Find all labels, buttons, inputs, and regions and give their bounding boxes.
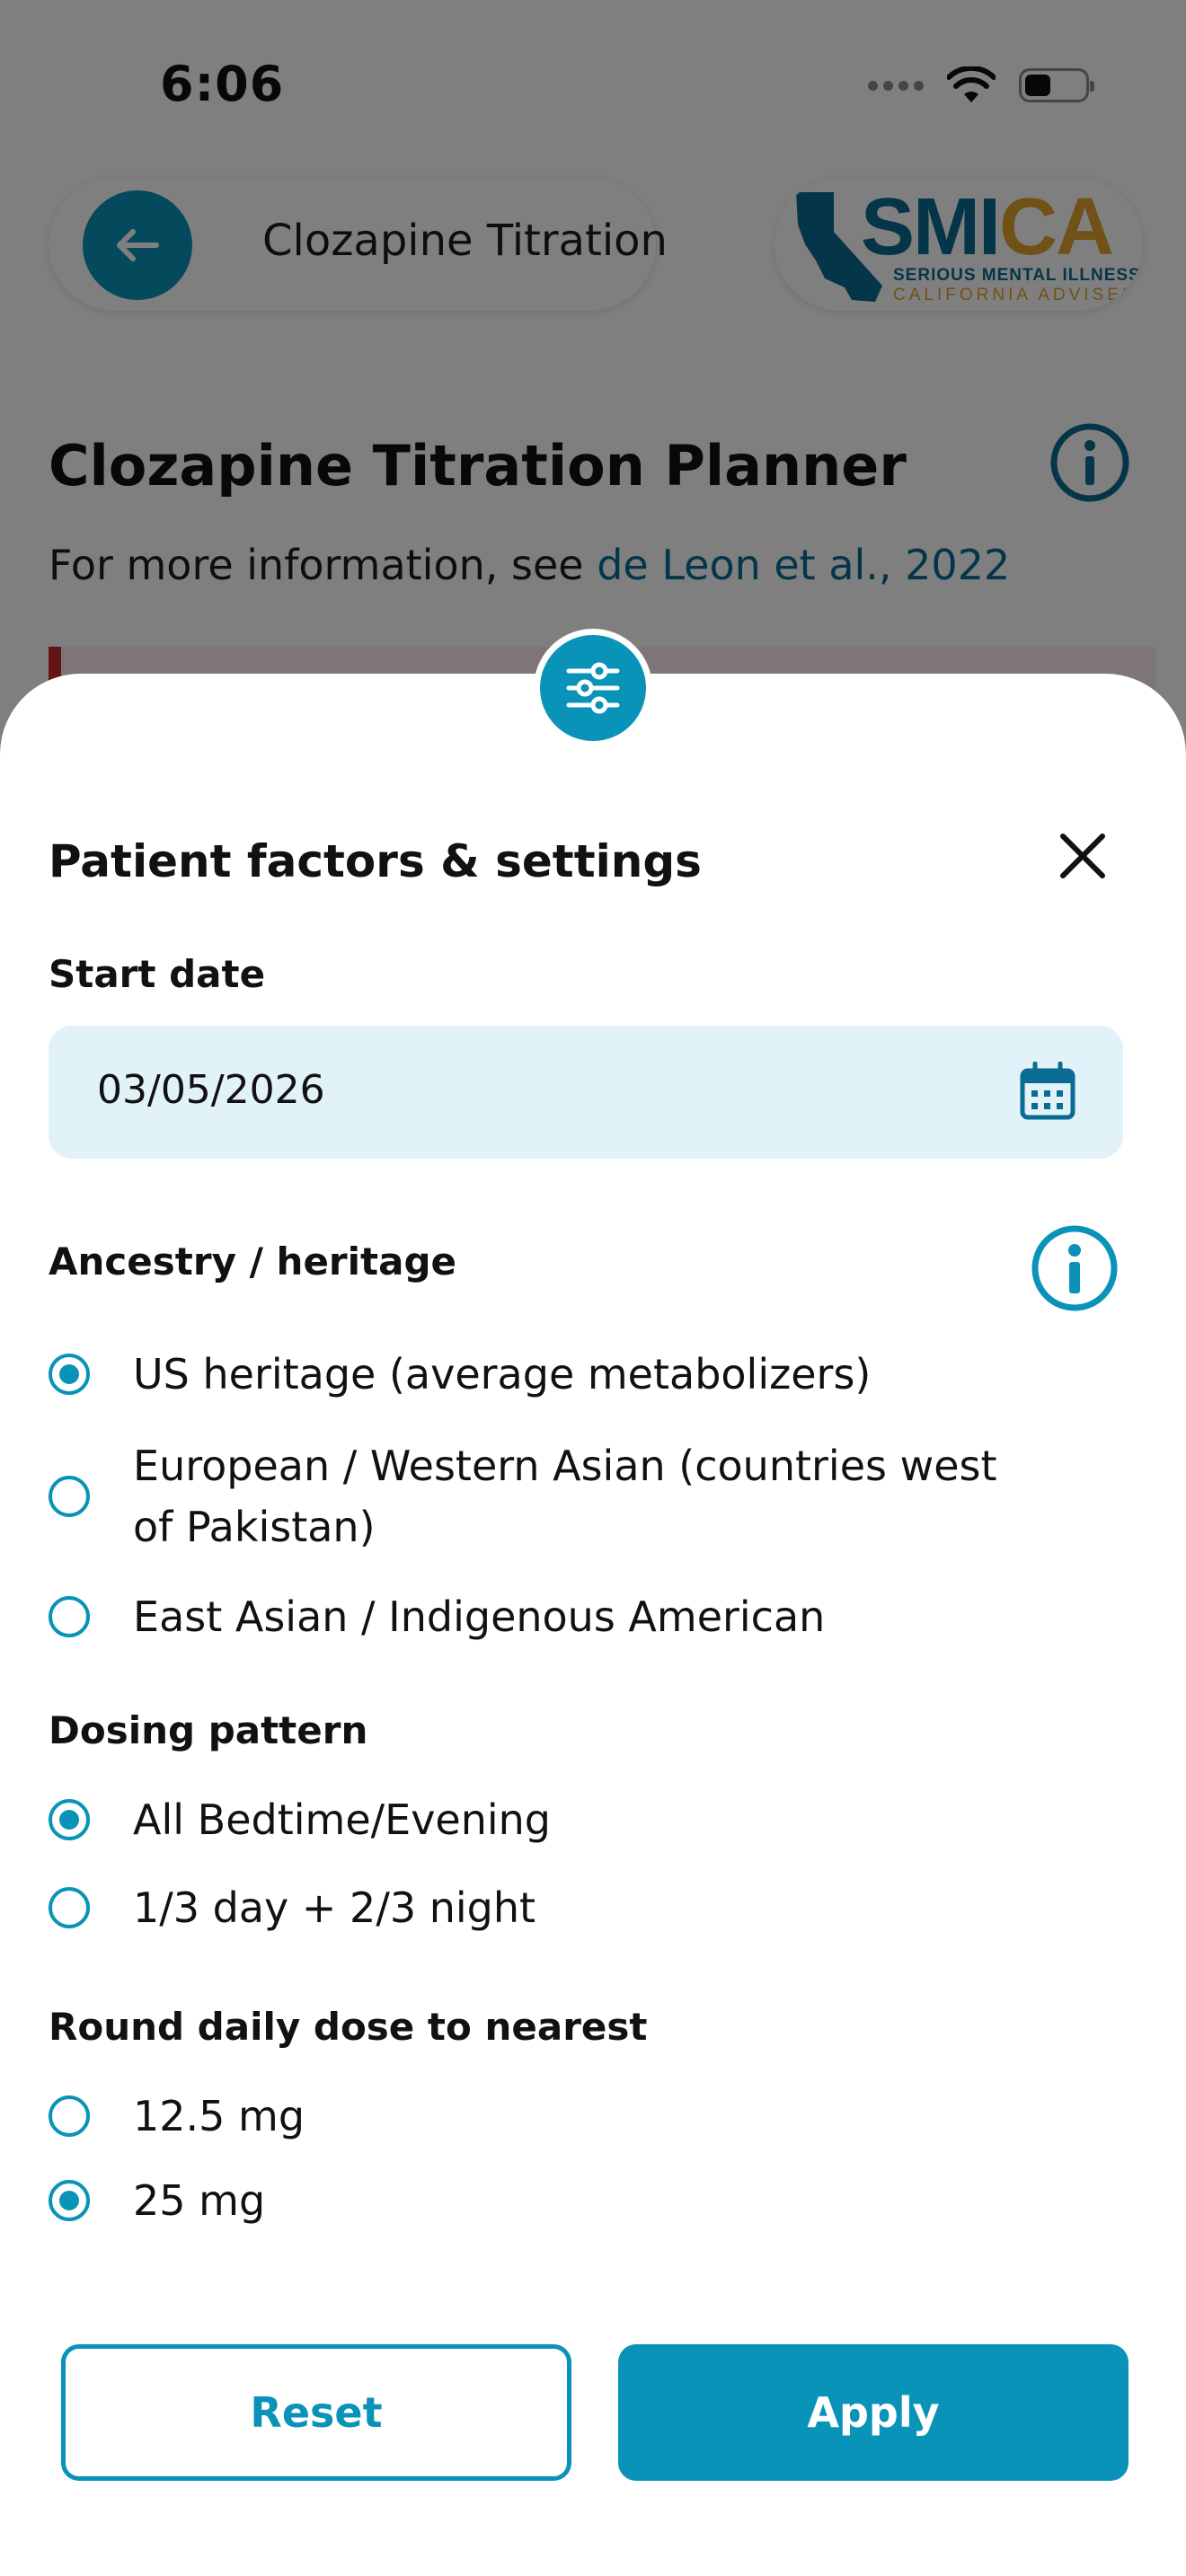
sheet-title: Patient factors & settings bbox=[49, 835, 702, 887]
apply-button[interactable]: Apply bbox=[618, 2344, 1128, 2481]
radio-label: All Bedtime/Evening bbox=[133, 1795, 552, 1844]
radio-label: 1/3 day + 2/3 night bbox=[133, 1883, 536, 1932]
calendar-icon[interactable] bbox=[1019, 1062, 1076, 1121]
start-date-value: 03/05/2026 bbox=[97, 1067, 325, 1113]
start-date-field[interactable]: 03/05/2026 bbox=[49, 1026, 1123, 1159]
close-button[interactable] bbox=[1053, 826, 1112, 886]
radio-button[interactable] bbox=[49, 1354, 90, 1395]
radio-label: US heritage (average metabolizers) bbox=[133, 1350, 872, 1398]
sliders-icon bbox=[566, 662, 620, 714]
rounding-option-12-5[interactable]: 12.5 mg bbox=[49, 2086, 305, 2147]
radio-button[interactable] bbox=[49, 1799, 90, 1840]
close-icon bbox=[1060, 834, 1105, 878]
radio-button[interactable] bbox=[49, 1887, 90, 1928]
dosing-option-split[interactable]: 1/3 day + 2/3 night bbox=[49, 1877, 535, 1938]
radio-button[interactable] bbox=[49, 2095, 90, 2137]
settings-sheet: Patient factors & settings Start date 03… bbox=[0, 629, 1186, 2576]
radio-label: 25 mg bbox=[133, 2176, 266, 2225]
radio-button[interactable] bbox=[49, 2180, 90, 2221]
rounding-label: Round daily dose to nearest bbox=[49, 2005, 648, 2049]
radio-label: European / Western Asian (countries west… bbox=[133, 1442, 997, 1551]
sheet-handle[interactable] bbox=[534, 629, 652, 747]
ancestry-label: Ancestry / heritage bbox=[49, 1239, 457, 1284]
radio-button[interactable] bbox=[49, 1596, 90, 1637]
radio-label: East Asian / Indigenous American bbox=[133, 1592, 826, 1641]
ancestry-info-icon[interactable] bbox=[1030, 1223, 1120, 1313]
rounding-option-25[interactable]: 25 mg bbox=[49, 2170, 265, 2231]
start-date-label: Start date bbox=[49, 952, 266, 996]
radio-button[interactable] bbox=[49, 1476, 90, 1517]
ancestry-option-east-asian[interactable]: East Asian / Indigenous American bbox=[49, 1586, 825, 1647]
ancestry-option-us[interactable]: US heritage (average metabolizers) bbox=[49, 1344, 871, 1405]
radio-label: 12.5 mg bbox=[133, 2092, 305, 2140]
dosing-option-bedtime[interactable]: All Bedtime/Evening bbox=[49, 1789, 551, 1850]
dosing-pattern-label: Dosing pattern bbox=[49, 1708, 368, 1752]
ancestry-option-european[interactable]: European / Western Asian (countries west… bbox=[49, 1435, 1040, 1557]
reset-button[interactable]: Reset bbox=[61, 2344, 571, 2481]
